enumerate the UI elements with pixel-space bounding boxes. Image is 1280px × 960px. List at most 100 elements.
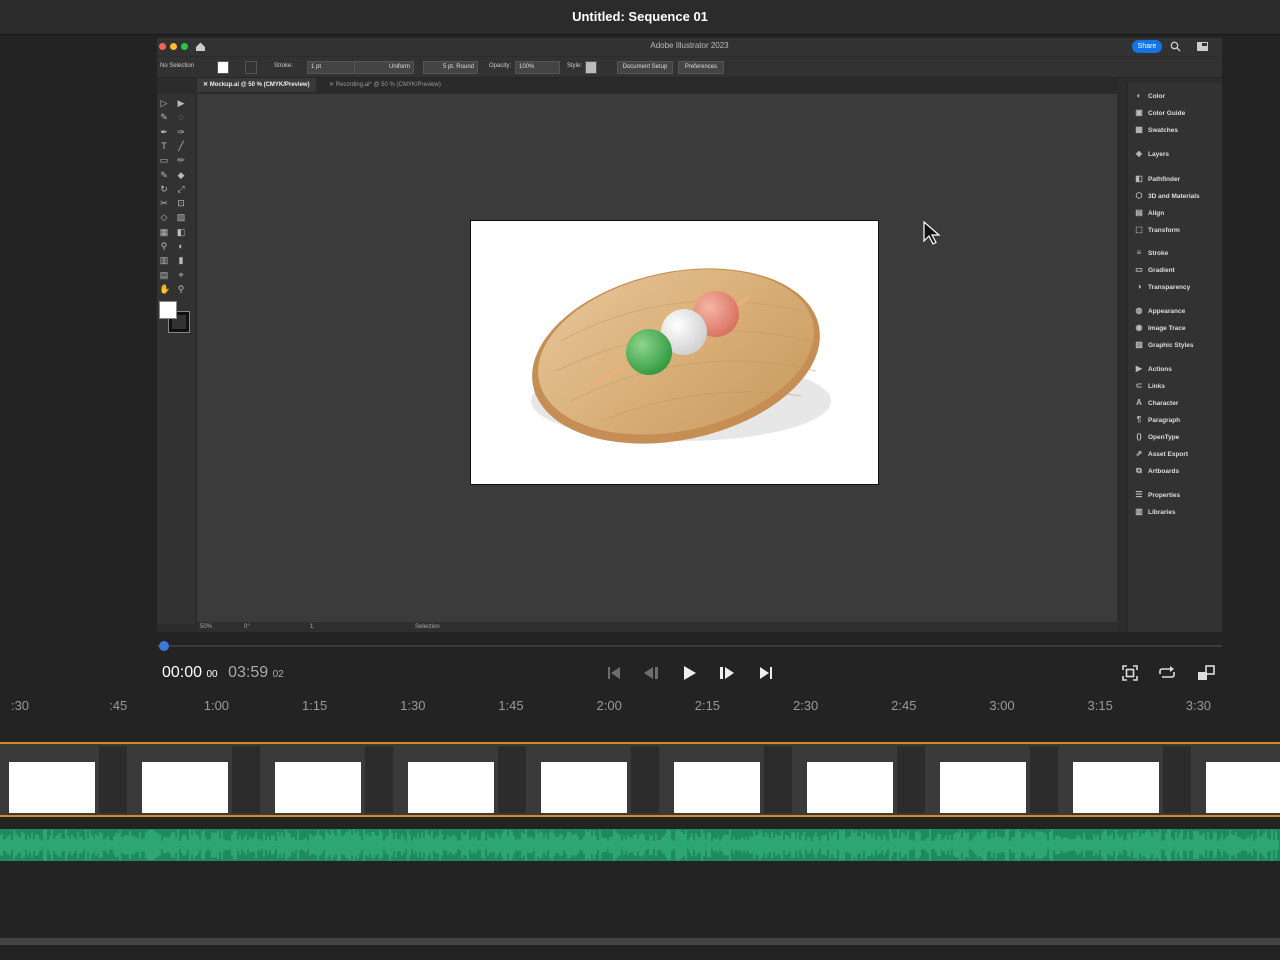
panel-item-label: Artboards <box>1148 468 1180 475</box>
video-clip[interactable] <box>128 744 262 815</box>
audio-waveform <box>0 829 1279 861</box>
panel-item-actions: ▶ Actions <box>1134 364 1172 373</box>
align-icon: ▤ <box>1135 208 1143 217</box>
panel-item-libraries: ▥ Libraries <box>1134 507 1175 516</box>
clip-panel-strip <box>897 746 925 813</box>
video-track[interactable] <box>0 742 1280 817</box>
panel-item-label: Transparency <box>1148 284 1191 291</box>
video-clip[interactable] <box>261 744 395 815</box>
duration-frames: 02 <box>272 669 284 680</box>
scrubber-handle[interactable] <box>159 641 169 651</box>
opacity-field: 100% <box>515 61 560 74</box>
video-clip[interactable] <box>926 744 1060 815</box>
panel-item-label: Transform <box>1148 227 1180 234</box>
gradient-icon: ▭ <box>1135 265 1143 274</box>
video-clip[interactable] <box>394 744 528 815</box>
timeline-ruler[interactable]: :30:45 1:00 1:15 1:30 1:45 2:00 2:15 2:30 2:45 3:… <box>0 690 1280 720</box>
panel-item-label: Properties <box>1148 492 1181 499</box>
ai-app-title: Adobe Illustrator 2023 <box>650 41 729 50</box>
timecode: 00:00 00 03:59 02 <box>162 664 284 682</box>
panel-item-label: Layers <box>1148 151 1169 158</box>
tool-icon: ◌ <box>178 112 184 123</box>
tool-icon: ✎ <box>160 169 168 180</box>
fill-color-swatch <box>159 301 177 319</box>
share-button: Share <box>1132 40 1162 53</box>
links-icon: ⊂ <box>1135 381 1143 390</box>
play-button[interactable] <box>681 664 699 682</box>
layers-icon: ◈ <box>1135 149 1143 158</box>
dango-plate-illustration <box>531 268 831 444</box>
tool-icon: ▦ <box>159 226 169 237</box>
ruler-tick-label: 1:00 <box>203 698 230 713</box>
step-forward-button[interactable] <box>718 664 736 682</box>
play-icon <box>684 666 696 680</box>
tool-icon: ⊡ <box>177 198 185 209</box>
image-trace-icon: ◉ <box>1135 323 1143 332</box>
panel-item-label: Align <box>1148 210 1165 217</box>
ruler-tick-label: :45 <box>109 698 128 713</box>
tool-icon: ▥ <box>159 255 169 266</box>
graphic-styles-icon: ▨ <box>1135 340 1143 349</box>
brush-definition: 5 pt. Round <box>423 61 478 74</box>
ruler-tick-label: 2:45 <box>891 698 917 713</box>
tool-icon: ✏ <box>177 155 185 166</box>
video-clip[interactable] <box>660 744 794 815</box>
ruler-tick-label: 2:30 <box>792 698 819 713</box>
tool-icon: ⚲ <box>177 283 185 294</box>
video-clip[interactable] <box>1059 744 1193 815</box>
tool-icon: T <box>161 140 167 151</box>
pip-button[interactable] <box>1196 664 1216 682</box>
actions-icon: ▶ <box>1135 364 1143 373</box>
tool-icon: ✒ <box>160 126 168 137</box>
tab-recording: ✕ Recording.ai* @ 50 % (CMYK/Preview) <box>329 82 441 88</box>
panel-item-transform: ⬚ Transform <box>1134 225 1180 234</box>
current-time: 00:00 <box>162 664 203 681</box>
fit-to-window-button[interactable] <box>1120 664 1140 682</box>
video-preview[interactable]: Adobe Illustrator 2023 Share No Selectio… <box>157 38 1222 632</box>
go-to-end-button[interactable] <box>757 664 775 682</box>
panel-item-label: Asset Export <box>1148 451 1189 458</box>
panel-item-label: Image Trace <box>1148 325 1186 332</box>
tab-label: Mockup.ai @ 50 % (CMYK/Preview) <box>209 82 310 88</box>
panel-item-properties: ☰ Properties <box>1134 490 1180 499</box>
panel-item-label: Appearance <box>1148 308 1186 315</box>
clip-thumbnail <box>275 762 361 813</box>
properties-icon: ☰ <box>1135 490 1143 499</box>
tool-icon: ✎ <box>160 112 168 123</box>
timeline-scrollbar[interactable] <box>0 938 1280 945</box>
color-guide-icon: ▣ <box>1135 108 1143 117</box>
waveform-path <box>0 829 1279 861</box>
stroke-label: Stroke: <box>274 63 294 69</box>
scrubber-track[interactable] <box>157 645 1222 647</box>
appearance-icon: ◍ <box>1135 306 1143 315</box>
tool-status: Selection <box>415 624 440 630</box>
video-clip[interactable] <box>0 744 129 815</box>
go-to-start-button[interactable] <box>605 664 623 682</box>
picture-in-picture-icon <box>1198 665 1215 680</box>
step-back-icon <box>644 667 658 679</box>
panel-item-layers: ◈ Layers <box>1134 149 1169 158</box>
video-clip[interactable] <box>1192 744 1280 815</box>
panel-item-graphic-styles: ▨ Graphic Styles <box>1134 340 1193 349</box>
video-clip[interactable] <box>527 744 661 815</box>
tool-icon: ▤ <box>159 269 169 280</box>
panel-item-artboards: ⧉ Artboards <box>1134 466 1179 476</box>
tool-icon: ╱ <box>178 140 184 151</box>
panel-item-label: Paragraph <box>1148 417 1181 424</box>
ruler-tick-label: 2:00 <box>596 698 622 713</box>
video-clip[interactable] <box>793 744 927 815</box>
panel-item-character: A Character <box>1134 398 1178 407</box>
panel-item-pathfinder: ◧ Pathfinder <box>1134 174 1180 183</box>
step-back-button[interactable] <box>642 664 660 682</box>
ruler-tick-label: 3:30 <box>1185 698 1212 713</box>
panel-item-opentype: () OpenType <box>1134 432 1179 441</box>
audio-track[interactable] <box>0 829 1280 861</box>
tool-icon: ▮ <box>178 255 184 266</box>
ruler-tick-label: 3:00 <box>989 698 1015 713</box>
loop-button[interactable] <box>1157 664 1177 682</box>
clip-thumbnail <box>541 762 627 813</box>
clip-thumbnail <box>142 762 228 813</box>
stroke-weight-field: 1 pt <box>307 61 357 74</box>
clip-panel-strip <box>1163 746 1191 813</box>
tool-icon: ↻ <box>160 183 168 194</box>
